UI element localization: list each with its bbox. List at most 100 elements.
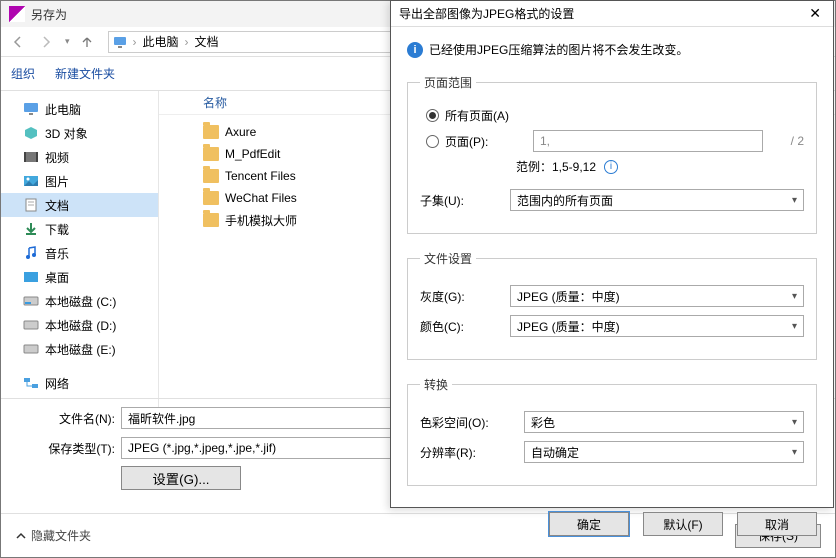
page-range-input[interactable]: 1, <box>533 130 763 152</box>
chevron-down-icon: ▾ <box>792 321 797 332</box>
folder-name: M_PdfEdit <box>225 147 280 161</box>
document-icon <box>23 197 39 213</box>
settings-button[interactable]: 设置(G)... <box>121 466 241 490</box>
app-icon <box>9 6 25 22</box>
radio-all-pages[interactable]: 所有页面(A) <box>426 107 804 124</box>
resolution-select[interactable]: 自动确定 ▾ <box>524 441 804 463</box>
color-label: 颜色(C): <box>420 318 496 335</box>
info-message: i 已经使用JPEG压缩算法的图片将不会发生改变。 <box>407 41 817 58</box>
subset-select[interactable]: 范围内的所有页面 ▾ <box>510 189 804 211</box>
sidebar-item-disk-c[interactable]: 本地磁盘 (C:) <box>1 289 158 313</box>
nav-up-button[interactable] <box>76 31 98 53</box>
settings-button-row: 确定 默认(F) 取消 <box>391 512 833 536</box>
chevron-down-icon: ▾ <box>792 447 797 458</box>
sidebar-item-disk-d[interactable]: 本地磁盘 (D:) <box>1 313 158 337</box>
close-button[interactable]: ✕ <box>805 3 825 24</box>
colorspace-label: 色彩空间(O): <box>420 414 510 431</box>
chevron-up-icon <box>15 530 27 542</box>
export-settings-title: 导出全部图像为JPEG格式的设置 <box>399 5 574 22</box>
sidebar-item-pictures[interactable]: 图片 <box>1 169 158 193</box>
chevron-down-icon: ▾ <box>792 195 797 206</box>
export-settings-dialog: 导出全部图像为JPEG格式的设置 ✕ i 已经使用JPEG压缩算法的图片将不会发… <box>390 0 834 508</box>
folder-name: Axure <box>225 125 256 139</box>
sidebar-item-label: 下载 <box>45 221 69 238</box>
folder-name: 手机模拟大师 <box>225 212 297 229</box>
info-icon: i <box>407 42 423 58</box>
download-icon <box>23 221 39 237</box>
sidebar-item-label: 视频 <box>45 149 69 166</box>
subset-value: 范围内的所有页面 <box>517 192 613 209</box>
sidebar-item-3d[interactable]: 3D 对象 <box>1 121 158 145</box>
filename-label: 文件名(N): <box>1 410 121 427</box>
network-icon <box>23 375 39 391</box>
grayscale-select[interactable]: JPEG (质量：中度) ▾ <box>510 285 804 307</box>
sidebar-item-label: 音乐 <box>45 245 69 262</box>
total-pages-label: / 2 <box>781 134 804 148</box>
folder-icon <box>203 191 219 205</box>
grayscale-label: 灰度(G): <box>420 288 496 305</box>
subset-label: 子集(U): <box>420 192 496 209</box>
monitor-icon <box>113 35 127 49</box>
colorspace-select[interactable]: 彩色 ▾ <box>524 411 804 433</box>
folder-name: WeChat Files <box>225 191 297 205</box>
default-button[interactable]: 默认(F) <box>643 512 723 536</box>
folder-icon <box>203 169 219 183</box>
page-range-legend: 页面范围 <box>420 74 476 91</box>
arrow-up-icon <box>80 35 94 49</box>
save-as-title: 另存为 <box>31 6 67 23</box>
grayscale-value: JPEG (质量：中度) <box>517 288 620 305</box>
chevron-right-icon: › <box>131 35 139 49</box>
transform-legend: 转换 <box>420 376 452 393</box>
sidebar-item-network[interactable]: 网络 <box>1 371 158 395</box>
transform-group: 转换 色彩空间(O): 彩色 ▾ 分辨率(R): 自动确定 ▾ <box>407 376 817 486</box>
sidebar-item-label: 文档 <box>45 197 69 214</box>
chevron-down-icon: ▾ <box>792 417 797 428</box>
filename-value: 福昕软件.jpg <box>128 410 195 427</box>
folder-icon <box>203 147 219 161</box>
sidebar-item-videos[interactable]: 视频 <box>1 145 158 169</box>
page-range-value: 1, <box>540 134 550 148</box>
chevron-right-icon: › <box>183 35 191 49</box>
color-value: JPEG (质量：中度) <box>517 318 620 335</box>
ok-button[interactable]: 确定 <box>549 512 629 536</box>
disk-icon <box>23 293 39 309</box>
sidebar-item-disk-e[interactable]: 本地磁盘 (E:) <box>1 337 158 361</box>
help-icon[interactable]: i <box>604 160 618 174</box>
chevron-down-icon: ▾ <box>792 291 797 302</box>
sidebar-item-this-pc[interactable]: 此电脑 <box>1 97 158 121</box>
radio-pages[interactable]: 页面(P): <box>426 133 515 150</box>
sidebar-item-documents[interactable]: 文档 <box>1 193 158 217</box>
cancel-button[interactable]: 取消 <box>737 512 817 536</box>
sidebar-item-label: 本地磁盘 (E:) <box>45 341 116 358</box>
film-icon <box>23 149 39 165</box>
sidebar-item-label: 图片 <box>45 173 69 190</box>
radio-label: 页面(P): <box>445 133 515 150</box>
info-text: 已经使用JPEG压缩算法的图片将不会发生改变。 <box>429 41 688 58</box>
sidebar-item-label: 网络 <box>45 375 69 392</box>
breadcrumb-root[interactable]: 此电脑 <box>143 33 179 50</box>
hide-folders-label: 隐藏文件夹 <box>31 527 91 544</box>
sidebar-item-label: 3D 对象 <box>45 125 88 142</box>
filetype-value: JPEG (*.jpg,*.jpeg,*.jpe,*.jif) <box>128 441 276 455</box>
radio-label: 所有页面(A) <box>445 107 509 124</box>
resolution-value: 自动确定 <box>531 444 579 461</box>
hide-folders-toggle[interactable]: 隐藏文件夹 <box>15 527 91 544</box>
example-label: 范例：1,5-9,12 <box>516 158 596 175</box>
color-select[interactable]: JPEG (质量：中度) ▾ <box>510 315 804 337</box>
radio-icon <box>426 109 439 122</box>
history-dropdown-icon[interactable]: ▾ <box>63 36 70 47</box>
organize-menu[interactable]: 组织 <box>11 65 35 82</box>
sidebar-item-music[interactable]: 音乐 <box>1 241 158 265</box>
sidebar-item-downloads[interactable]: 下载 <box>1 217 158 241</box>
new-folder-button[interactable]: 新建文件夹 <box>55 65 115 82</box>
file-settings-legend: 文件设置 <box>420 250 476 267</box>
nav-forward-button[interactable] <box>35 31 57 53</box>
folder-name: Tencent Files <box>225 169 296 183</box>
nav-back-button[interactable] <box>7 31 29 53</box>
breadcrumb-folder[interactable]: 文档 <box>195 33 219 50</box>
page-range-group: 页面范围 所有页面(A) 页面(P): 1, / 2 范例：1,5-9,12 i… <box>407 74 817 234</box>
sidebar: 此电脑 3D 对象 视频 图片 文档 下载 音乐 桌面 本地磁盘 (C:) 本地… <box>1 91 159 417</box>
sidebar-item-desktop[interactable]: 桌面 <box>1 265 158 289</box>
sidebar-item-label: 本地磁盘 (D:) <box>45 317 116 334</box>
file-settings-group: 文件设置 灰度(G): JPEG (质量：中度) ▾ 颜色(C): JPEG (… <box>407 250 817 360</box>
